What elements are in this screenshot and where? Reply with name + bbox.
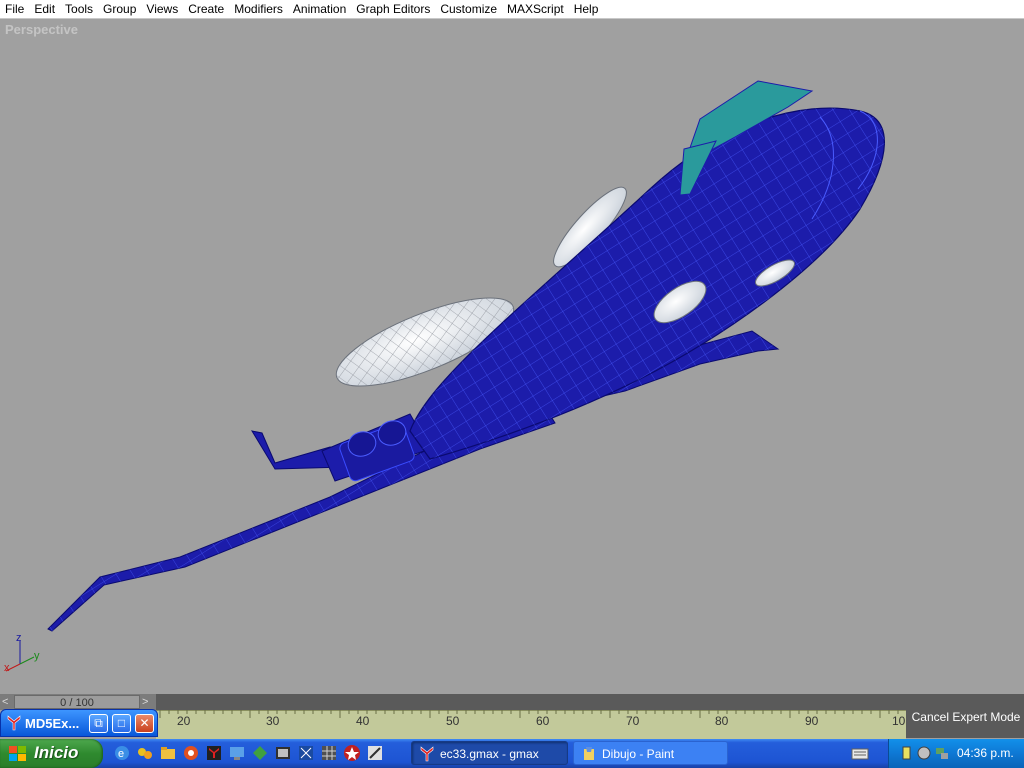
tools-icon[interactable]	[366, 744, 384, 762]
folder-icon[interactable]	[159, 744, 177, 762]
windows-logo-icon	[9, 746, 26, 761]
grid-app-icon[interactable]	[320, 744, 338, 762]
green-app-icon[interactable]	[251, 744, 269, 762]
tick-label-60: 60	[536, 714, 550, 728]
axis-x-label: x	[4, 662, 10, 674]
explorer-icon[interactable]	[297, 744, 315, 762]
menu-bar: File Edit Tools Group Views Create Modif…	[0, 0, 1024, 19]
maximize-icon: □	[117, 716, 126, 730]
md5-floating-window[interactable]: MD5Ex... ⧉ □ ✕	[0, 709, 158, 737]
gmax-task-icon	[420, 746, 434, 762]
axis-tripod: z y x	[4, 632, 40, 674]
start-label: Inicio	[34, 743, 79, 762]
md5-window-title: MD5Ex...	[25, 716, 80, 731]
film-icon[interactable]	[274, 744, 292, 762]
restore-button[interactable]: ⧉	[89, 714, 108, 733]
speaker-icon[interactable]	[916, 745, 932, 761]
menu-views[interactable]: Views	[141, 0, 183, 18]
fuselage	[409, 107, 885, 460]
time-slider-thumb[interactable]: 0 / 100	[14, 695, 140, 709]
menu-maxscript[interactable]: MAXScript	[502, 0, 569, 18]
maximize-button[interactable]: □	[112, 714, 131, 733]
desktop-icon[interactable]	[228, 744, 246, 762]
language-bar-icon[interactable]	[851, 747, 869, 761]
menu-modifiers[interactable]: Modifiers	[229, 0, 288, 18]
taskbar-item-paint[interactable]: Dibujo - Paint	[573, 741, 728, 765]
menu-file[interactable]: File	[0, 0, 29, 18]
menu-animation[interactable]: Animation	[288, 0, 351, 18]
aircraft-model[interactable]: z y x	[0, 19, 1024, 694]
taskbar-item-gmax[interactable]: ec33.gmax - gmax	[411, 741, 568, 765]
time-slider-right-arrow[interactable]: >	[142, 694, 154, 710]
tick-label-70: 70	[626, 714, 640, 728]
viewport-label[interactable]: Perspective	[5, 22, 78, 37]
axis-y-label: y	[34, 650, 40, 662]
menu-help[interactable]: Help	[569, 0, 604, 18]
paint-task-icon	[584, 747, 594, 760]
menu-graph-editors[interactable]: Graph Editors	[351, 0, 435, 18]
menu-group[interactable]: Group	[98, 0, 141, 18]
gmax-app-icon	[7, 715, 21, 731]
gmax-quicklaunch-icon[interactable]	[205, 744, 223, 762]
tick-label-40: 40	[356, 714, 370, 728]
battery-icon[interactable]	[898, 745, 914, 761]
close-button[interactable]: ✕	[135, 714, 154, 733]
close-icon: ✕	[139, 716, 150, 730]
menu-tools[interactable]: Tools	[60, 0, 98, 18]
menu-customize[interactable]: Customize	[435, 0, 502, 18]
tick-label-90: 90	[805, 714, 819, 728]
media-icon[interactable]	[182, 744, 200, 762]
tick-label-20: 20	[177, 714, 191, 728]
messenger-icon[interactable]	[136, 744, 154, 762]
menu-edit[interactable]: Edit	[29, 0, 60, 18]
tick-label-80: 80	[715, 714, 729, 728]
tick-label-100: 10	[892, 714, 906, 728]
tick-label-30: 30	[266, 714, 280, 728]
svg-text:e: e	[118, 748, 124, 760]
taskbar-item-paint-label: Dibujo - Paint	[602, 747, 675, 761]
time-slider-left-arrow[interactable]: <	[2, 694, 14, 710]
star-app-icon[interactable]	[343, 744, 361, 762]
network-icon[interactable]	[934, 745, 950, 761]
ie-icon[interactable]: e	[113, 744, 131, 762]
perspective-viewport[interactable]: z y x Perspective	[0, 19, 1024, 694]
tick-label-50: 50	[446, 714, 460, 728]
cancel-expert-mode-button[interactable]: Cancel Expert Mode	[910, 708, 1022, 726]
system-clock: 04:36 p.m.	[957, 746, 1014, 760]
restore-icon: ⧉	[94, 716, 103, 730]
axis-z-label: z	[16, 632, 22, 644]
menu-create[interactable]: Create	[183, 0, 229, 18]
taskbar-item-gmax-label: ec33.gmax - gmax	[440, 747, 539, 761]
